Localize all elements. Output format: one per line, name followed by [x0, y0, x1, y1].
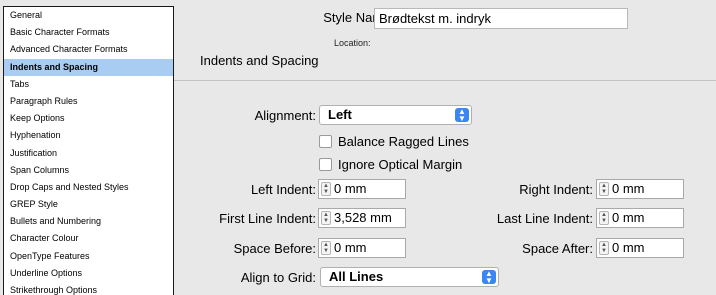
category-item[interactable]: GREP Style	[4, 196, 173, 213]
alignment-value: Left	[328, 107, 352, 122]
category-item[interactable]: Indents and Spacing	[4, 58, 173, 76]
category-item[interactable]: Hyphenation	[4, 127, 173, 144]
right-indent-field[interactable]: ▲ ▼ 0 mm	[596, 179, 684, 199]
space-before-field[interactable]: ▲ ▼ 0 mm	[318, 238, 406, 258]
last-line-indent-label: Last Line Indent:	[496, 211, 593, 226]
space-after-label: Space After:	[522, 241, 593, 256]
align-to-grid-label: Align to Grid:	[240, 270, 316, 285]
align-to-grid-select[interactable]: All Lines ▲ ▼	[320, 267, 499, 287]
left-indent-field[interactable]: ▲ ▼ 0 mm	[318, 179, 406, 199]
category-item[interactable]: Justification	[4, 145, 173, 162]
category-item[interactable]: Basic Character Formats	[4, 24, 173, 41]
first-line-indent-label: First Line Indent:	[219, 211, 316, 226]
chevron-updown-icon: ▲ ▼	[455, 108, 469, 123]
space-after-value: 0 mm	[612, 240, 645, 255]
section-divider	[174, 80, 716, 81]
right-indent-value: 0 mm	[612, 181, 645, 196]
last-line-indent-value: 0 mm	[612, 210, 645, 225]
stepper-icon[interactable]: ▲ ▼	[599, 182, 609, 196]
stepper-icon[interactable]: ▲ ▼	[321, 182, 331, 196]
space-before-value: 0 mm	[334, 240, 367, 255]
chevron-updown-icon: ▲ ▼	[482, 270, 496, 285]
stepper-icon[interactable]: ▲ ▼	[599, 241, 609, 255]
ignore-optical-margin-label: Ignore Optical Margin	[338, 157, 463, 172]
first-line-indent-value: 3,528 mm	[334, 210, 392, 225]
category-item[interactable]: Underline Options	[4, 265, 173, 282]
left-indent-value: 0 mm	[334, 181, 367, 196]
right-indent-label: Right Indent:	[519, 182, 593, 197]
left-indent-label: Left Indent:	[250, 182, 316, 197]
category-list[interactable]: General Basic Character Formats Advanced C…	[3, 6, 174, 295]
alignment-label: Alignment:	[254, 108, 316, 123]
paragraph-style-options-dialog: General Basic Character Formats Advanced C…	[0, 0, 716, 295]
ignore-optical-margin-box[interactable]	[319, 158, 332, 171]
category-item[interactable]: Drop Caps and Nested Styles	[4, 179, 173, 196]
category-item[interactable]: Bullets and Numbering	[4, 213, 173, 230]
first-line-indent-field[interactable]: ▲ ▼ 3,528 mm	[318, 208, 406, 228]
location-label: Location:	[334, 38, 371, 48]
category-item[interactable]: Keep Options	[4, 110, 173, 127]
balance-ragged-lines-label: Balance Ragged Lines	[338, 134, 469, 149]
stepper-icon[interactable]: ▲ ▼	[599, 211, 609, 225]
last-line-indent-field[interactable]: ▲ ▼ 0 mm	[596, 208, 684, 228]
category-item[interactable]: Strikethrough Options	[4, 282, 173, 295]
category-item[interactable]: Advanced Character Formats	[4, 41, 173, 58]
balance-ragged-lines-box[interactable]	[319, 135, 332, 148]
category-item[interactable]: General	[4, 7, 173, 24]
align-to-grid-value: All Lines	[329, 269, 384, 284]
category-item[interactable]: Span Columns	[4, 162, 173, 179]
category-item[interactable]: Paragraph Rules	[4, 93, 173, 110]
category-item[interactable]: OpenType Features	[4, 248, 173, 265]
style-name-input[interactable]: Brødtekst m. indryk	[374, 8, 628, 29]
stepper-icon[interactable]: ▲ ▼	[321, 211, 331, 225]
space-after-field[interactable]: ▲ ▼ 0 mm	[596, 238, 684, 258]
category-item[interactable]: Character Colour	[4, 230, 173, 247]
section-title: Indents and Spacing	[200, 53, 319, 68]
settings-panel: Style Name: Brødtekst m. indryk Location…	[174, 0, 716, 295]
space-before-label: Space Before:	[233, 241, 316, 256]
alignment-select[interactable]: Left ▲ ▼	[319, 105, 472, 125]
category-item[interactable]: Tabs	[4, 76, 173, 93]
stepper-icon[interactable]: ▲ ▼	[321, 241, 331, 255]
